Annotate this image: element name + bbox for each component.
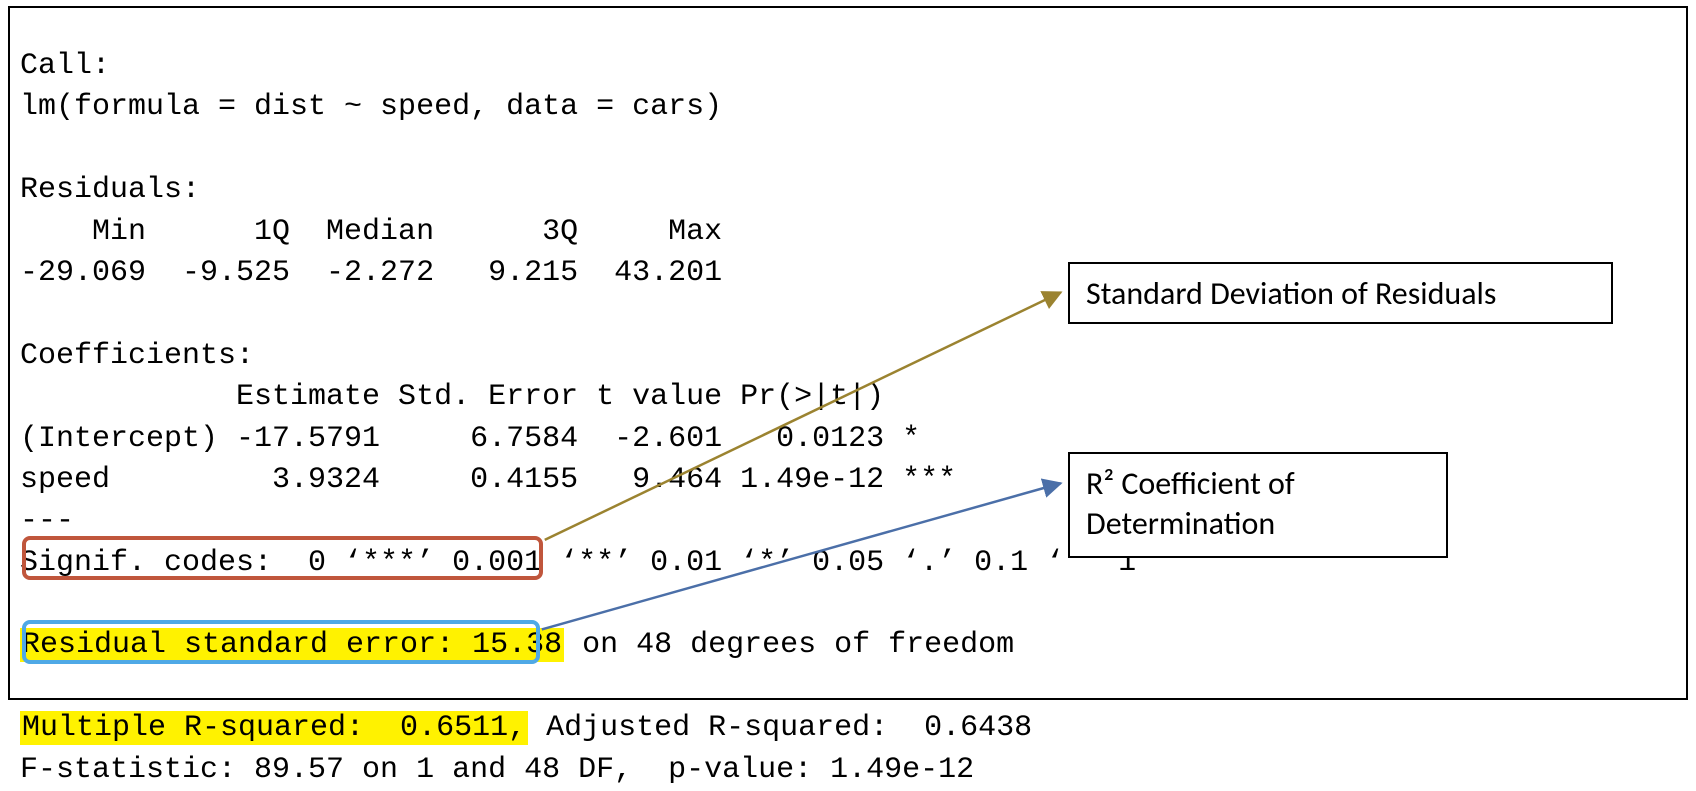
annotation-std-dev-residuals: Standard Deviation of Residuals: [1068, 262, 1613, 324]
r-output-block: Call: lm(formula = dist ~ speed, data = …: [20, 46, 1676, 791]
coefficients-label: Coefficients:: [20, 339, 254, 373]
coefficients-speed: speed 3.9324 0.4155 9.464 1.49e-12 ***: [20, 463, 956, 497]
call-formula: lm(formula = dist ~ speed, data = cars): [20, 90, 722, 124]
residual-std-error-rest: on 48 degrees of freedom: [564, 628, 1014, 662]
r-squared-highlight: Multiple R-squared: 0.6511,: [20, 711, 528, 745]
coefficients-intercept: (Intercept) -17.5791 6.7584 -2.601 0.012…: [20, 422, 956, 456]
residual-std-error-highlight: Residual standard error: 15.38: [20, 628, 564, 662]
residuals-header: Min 1Q Median 3Q Max: [20, 215, 740, 249]
f-statistic: F-statistic: 89.57 on 1 and 48 DF, p-val…: [20, 753, 974, 787]
separator: ---: [20, 504, 74, 538]
coefficients-header: Estimate Std. Error t value Pr(>|t|): [20, 380, 956, 414]
residuals-label: Residuals:: [20, 173, 200, 207]
annotation-r2-coef-determination: R² Coefficient of Determination: [1068, 452, 1448, 558]
signif-codes: Signif. codes: 0 ‘***’ 0.001 ‘**’ 0.01 ‘…: [20, 546, 1136, 580]
call-label: Call:: [20, 49, 110, 83]
r-squared-rest: Adjusted R-squared: 0.6438: [528, 711, 1050, 745]
residuals-values: -29.069 -9.525 -2.272 9.215 43.201: [20, 256, 740, 290]
output-frame: Call: lm(formula = dist ~ speed, data = …: [8, 6, 1688, 700]
